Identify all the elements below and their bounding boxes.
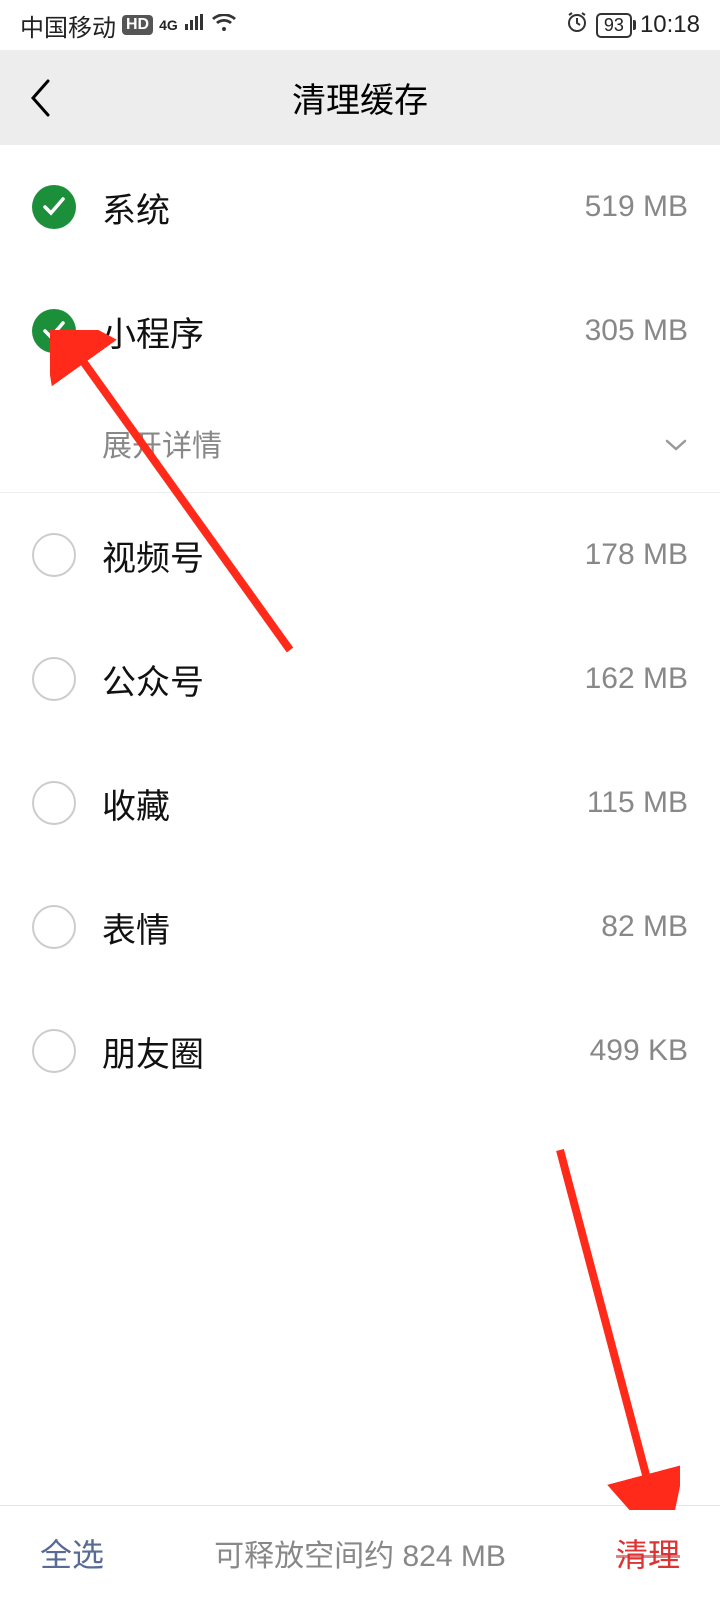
cache-item-official[interactable]: 公众号 162 MB xyxy=(0,617,720,741)
expand-details[interactable]: 展开详情 xyxy=(0,393,720,493)
item-size: 115 MB xyxy=(587,786,688,820)
page-title: 清理缓存 xyxy=(292,73,428,122)
battery-indicator: 93 xyxy=(596,13,632,38)
checkbox-unchecked[interactable] xyxy=(32,781,76,825)
checkbox-checked[interactable] xyxy=(32,185,76,229)
annotation-arrow-2 xyxy=(540,1140,680,1510)
cache-item-stickers[interactable]: 表情 82 MB xyxy=(0,865,720,989)
chevron-left-icon xyxy=(29,79,51,117)
signal-icon xyxy=(184,11,206,39)
back-button[interactable] xyxy=(20,78,60,118)
expand-label: 展开详情 xyxy=(102,421,222,465)
cache-item-moments[interactable]: 朋友圈 499 KB xyxy=(0,989,720,1113)
check-icon xyxy=(42,197,66,217)
cache-item-channels[interactable]: 视频号 178 MB xyxy=(0,493,720,617)
item-size: 305 MB xyxy=(585,314,688,348)
time-label: 10:18 xyxy=(640,11,700,39)
cache-list: 系统 519 MB 小程序 305 MB 展开详情 视频号 178 MB 公众号… xyxy=(0,145,720,1113)
item-size: 499 KB xyxy=(590,1034,688,1068)
footer-bar: 全选 可释放空间约 824 MB 清理 xyxy=(0,1505,720,1600)
status-left: 中国移动 HD 4G xyxy=(20,8,236,43)
item-size: 519 MB xyxy=(585,190,688,224)
network-indicator: 4G xyxy=(159,17,178,33)
cache-item-system[interactable]: 系统 519 MB xyxy=(0,145,720,269)
wifi-icon xyxy=(212,11,236,39)
select-all-button[interactable]: 全选 xyxy=(40,1530,104,1576)
alarm-icon xyxy=(566,11,588,40)
status-bar: 中国移动 HD 4G 93 10:18 xyxy=(0,0,720,50)
cache-item-miniprogram[interactable]: 小程序 305 MB xyxy=(0,269,720,393)
releasable-info: 可释放空间约 824 MB xyxy=(104,1531,616,1575)
item-size: 178 MB xyxy=(585,538,688,572)
checkbox-unchecked[interactable] xyxy=(32,533,76,577)
status-right: 93 10:18 xyxy=(566,11,700,40)
checkbox-unchecked[interactable] xyxy=(32,657,76,701)
checkbox-checked[interactable] xyxy=(32,309,76,353)
carrier-label: 中国移动 xyxy=(20,8,116,43)
item-size: 82 MB xyxy=(601,910,688,944)
checkbox-unchecked[interactable] xyxy=(32,905,76,949)
chevron-down-icon xyxy=(664,426,688,460)
clean-button[interactable]: 清理 xyxy=(616,1530,680,1576)
item-label: 系统 xyxy=(102,183,585,232)
item-size: 162 MB xyxy=(585,662,688,696)
item-label: 收藏 xyxy=(102,779,587,828)
checkbox-unchecked[interactable] xyxy=(32,1029,76,1073)
item-label: 朋友圈 xyxy=(102,1027,590,1076)
item-label: 公众号 xyxy=(102,655,585,704)
item-label: 表情 xyxy=(102,903,601,952)
page-header: 清理缓存 xyxy=(0,50,720,145)
item-label: 小程序 xyxy=(102,307,585,356)
hd-badge: HD xyxy=(122,15,153,35)
check-icon xyxy=(42,321,66,341)
cache-item-favorites[interactable]: 收藏 115 MB xyxy=(0,741,720,865)
item-label: 视频号 xyxy=(102,531,585,580)
